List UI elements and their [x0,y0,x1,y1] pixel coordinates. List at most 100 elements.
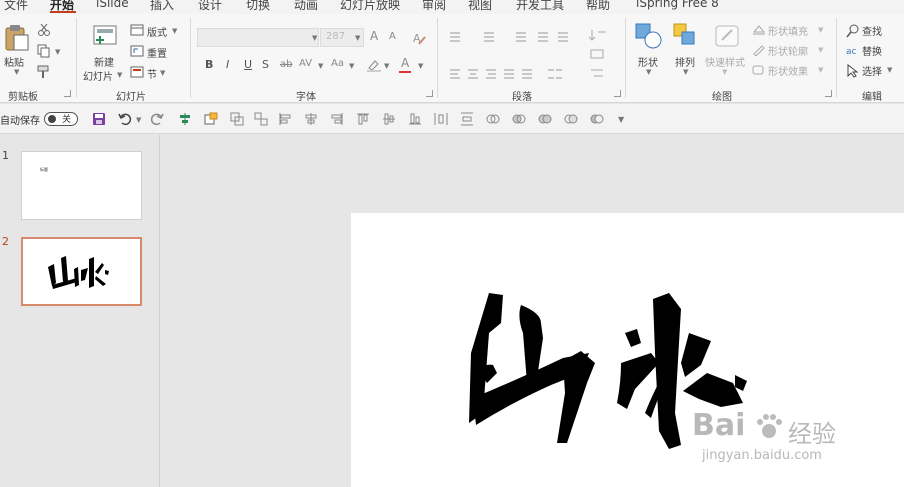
shape-outline-icon[interactable] [752,44,766,56]
section-icon[interactable] [130,66,144,78]
tab-animations[interactable]: 动画 [294,0,318,13]
align-vertical-middle-icon[interactable] [382,112,396,126]
align-bottom-icon[interactable] [408,112,422,126]
font-color-dropdown-icon[interactable]: ▼ [418,62,423,70]
copy-dropdown-icon[interactable]: ▼ [55,48,60,56]
shape-fill-label[interactable]: 形状填充 [768,23,808,38]
shape-outline-dropdown-icon[interactable]: ▼ [818,46,823,54]
tab-file[interactable]: 文件 [4,0,28,13]
font-name-combobox[interactable] [197,28,319,47]
shapes-icon[interactable] [634,22,664,50]
distribute-vertical-icon[interactable] [460,112,474,126]
align-left-icon[interactable] [278,112,292,126]
customize-qat-icon[interactable]: ▼ [618,115,624,124]
font-name-dropdown-icon[interactable]: ▼ [312,34,317,42]
select-label[interactable]: 选择 [862,63,882,78]
copy-icon[interactable] [37,44,51,58]
merge-shapes-intersect-icon[interactable] [564,112,578,126]
tab-transitions[interactable]: 切换 [246,0,270,13]
clipboard-launcher-icon[interactable] [64,90,71,97]
align-middle-icon[interactable] [304,112,318,126]
format-painter-icon[interactable] [37,65,51,79]
tab-slideshow[interactable]: 幻灯片放映 [340,0,400,13]
new-slide-label-line1[interactable]: 新建 [94,54,114,69]
new-slide-label-line2[interactable]: 幻灯片 [83,68,113,83]
new-slide-icon[interactable] [92,24,118,48]
tab-help[interactable]: 帮助 [586,0,610,13]
layout-label[interactable]: 版式 [147,24,167,39]
cut-icon[interactable] [38,24,50,36]
undo-dropdown-icon[interactable]: ▼ [136,116,141,124]
font-size-dropdown-icon[interactable]: ▼ [355,34,360,42]
tab-view[interactable]: 视图 [468,0,492,13]
paste-dropdown-icon[interactable]: ▼ [14,68,19,76]
tab-developer[interactable]: 开发工具 [516,0,564,13]
bold-button[interactable]: B [205,58,213,71]
select-cursor-icon[interactable] [846,64,860,78]
character-spacing-dropdown-icon[interactable]: ▼ [318,62,323,70]
shape-effects-dropdown-icon[interactable]: ▼ [818,66,823,74]
quick-styles-label[interactable]: 快速样式 [705,54,745,69]
align-center-icon[interactable] [178,112,192,126]
shape-fill-dropdown-icon[interactable]: ▼ [818,26,823,34]
clear-formatting-icon[interactable]: A [412,31,426,45]
replace-label[interactable]: 替换 [862,43,882,58]
layout-icon[interactable] [130,24,144,36]
arrange-dropdown-icon[interactable]: ▼ [683,68,688,76]
text-shadow-button[interactable]: S [262,58,269,71]
align-top-icon[interactable] [356,112,370,126]
layout-dropdown-icon[interactable]: ▼ [172,27,177,35]
find-label[interactable]: 查找 [862,23,882,38]
paste-icon[interactable] [4,24,30,52]
replace-icon[interactable]: ac [846,44,860,58]
arrange-icon[interactable] [672,22,700,50]
distribute-horizontal-icon[interactable] [434,112,448,126]
ungroup-objects-icon[interactable] [254,112,268,126]
character-spacing-button[interactable]: AV [299,58,312,69]
merge-shapes-union-icon[interactable] [486,112,500,126]
tab-ispring[interactable]: iSpring Free 8 [636,0,719,10]
section-label[interactable]: 节 [147,66,157,81]
grow-font-icon[interactable]: A [370,29,378,43]
text-direction-icons[interactable] [588,26,610,88]
redo-icon[interactable] [150,112,164,126]
undo-icon[interactable] [118,112,132,126]
font-launcher-icon[interactable] [426,90,433,97]
paragraph-launcher-icon[interactable] [614,90,621,97]
change-case-button[interactable]: Aa [331,58,344,69]
tab-review[interactable]: 审阅 [422,0,446,13]
font-color-button[interactable]: A [401,56,409,70]
shape-effects-label[interactable]: 形状效果 [768,63,808,78]
drawing-launcher-icon[interactable] [825,90,832,97]
shape-effects-icon[interactable] [752,64,766,76]
underline-button[interactable]: U [244,58,252,71]
autosave-toggle[interactable]: 关 [44,112,78,126]
save-icon[interactable] [92,112,106,126]
reset-icon[interactable] [130,45,144,57]
shapes-dropdown-icon[interactable]: ▼ [646,68,651,76]
merge-shapes-subtract-icon[interactable] [590,112,604,126]
quick-styles-dropdown-icon[interactable]: ▼ [722,68,727,76]
change-case-dropdown-icon[interactable]: ▼ [349,62,354,70]
highlight-icon[interactable] [366,58,382,72]
reset-label[interactable]: 重置 [147,45,167,60]
highlight-dropdown-icon[interactable]: ▼ [384,62,389,70]
merge-shapes-combine-icon[interactable] [512,112,526,126]
quick-styles-icon[interactable] [714,22,742,50]
shape-fill-icon[interactable] [752,24,766,36]
strikethrough-button[interactable]: ab [280,59,292,70]
italic-button[interactable]: I [226,58,229,71]
arrange-label[interactable]: 排列 [675,54,695,69]
shrink-font-icon[interactable]: A [389,31,396,42]
tab-islide[interactable]: iSlide [96,0,129,10]
group-objects-icon[interactable] [230,112,244,126]
align-right-icon[interactable] [330,112,344,126]
slide-thumbnail-2[interactable] [21,237,142,306]
shapes-label[interactable]: 形状 [638,54,658,69]
section-dropdown-icon[interactable]: ▼ [160,69,165,77]
select-dropdown-icon[interactable]: ▼ [887,66,892,74]
paste-label[interactable]: 粘贴 [4,54,24,69]
screenshot-icon[interactable] [204,112,218,126]
new-slide-dropdown-icon[interactable]: ▼ [117,71,122,79]
find-icon[interactable] [846,24,860,38]
